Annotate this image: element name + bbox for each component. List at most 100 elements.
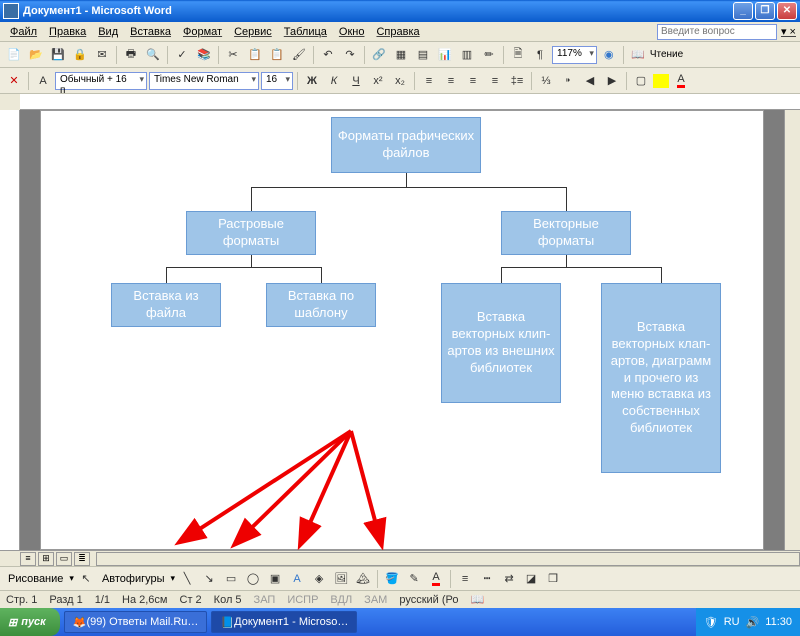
line-color-icon[interactable]: ✎ bbox=[404, 569, 424, 589]
outdent-icon[interactable]: ◀ bbox=[580, 71, 600, 91]
permission-icon[interactable]: 🔒 bbox=[70, 45, 90, 65]
menu-insert[interactable]: Вставка bbox=[124, 24, 177, 40]
insert-table-icon[interactable]: ▤ bbox=[413, 45, 433, 65]
document-page[interactable]: Форматы графических файлов Растровые фор… bbox=[40, 110, 764, 550]
maximize-button[interactable]: ❐ bbox=[755, 2, 775, 20]
size-combo[interactable]: 16 bbox=[261, 72, 293, 90]
bold-icon[interactable]: Ж bbox=[302, 71, 322, 91]
oval-icon[interactable]: ◯ bbox=[243, 569, 263, 589]
help-icon[interactable]: ◉ bbox=[599, 45, 619, 65]
italic-icon[interactable]: К bbox=[324, 71, 344, 91]
read-mode-icon[interactable]: 📖 bbox=[628, 45, 648, 65]
justify-icon[interactable]: ≡ bbox=[485, 71, 505, 91]
page-scroll[interactable]: Форматы графических файлов Растровые фор… bbox=[20, 110, 784, 550]
horizontal-scrollbar[interactable] bbox=[96, 552, 800, 566]
spellcheck-icon[interactable]: ✓ bbox=[172, 45, 192, 65]
numbering-icon[interactable]: ⅓ bbox=[536, 71, 556, 91]
align-center-icon[interactable]: ≡ bbox=[441, 71, 461, 91]
cut-icon[interactable]: ✂ bbox=[223, 45, 243, 65]
close-button[interactable]: ✕ bbox=[777, 2, 797, 20]
research-icon[interactable]: 📚 bbox=[194, 45, 214, 65]
border-icon[interactable]: ▢ bbox=[631, 71, 651, 91]
picture-icon[interactable]: 🏔 bbox=[353, 569, 373, 589]
lang-indicator[interactable]: RU bbox=[724, 616, 740, 628]
minimize-button[interactable]: _ bbox=[733, 2, 753, 20]
menu-window[interactable]: Окно bbox=[333, 24, 371, 40]
diagram-clipart-own-box[interactable]: Вставка векторных клап-артов, диаграмм и… bbox=[601, 283, 721, 473]
diagram-vector-box[interactable]: Векторные форматы bbox=[501, 211, 631, 255]
styles-pane-icon[interactable]: A bbox=[33, 71, 53, 91]
excel-icon[interactable]: 📊 bbox=[435, 45, 455, 65]
textbox-icon[interactable]: ▣ bbox=[265, 569, 285, 589]
ask-question-input[interactable] bbox=[657, 24, 777, 40]
arrow-icon[interactable]: ↘ bbox=[199, 569, 219, 589]
vertical-scrollbar[interactable] bbox=[784, 110, 800, 550]
align-left-icon[interactable]: ≡ bbox=[419, 71, 439, 91]
menu-tools[interactable]: Сервис bbox=[228, 24, 278, 40]
close-tb-icon[interactable]: ✕ bbox=[4, 71, 24, 91]
select-objects-icon[interactable]: ↖ bbox=[76, 569, 96, 589]
underline-icon[interactable]: Ч bbox=[346, 71, 366, 91]
columns-icon[interactable]: ▥ bbox=[457, 45, 477, 65]
task-browser[interactable]: 🦊 (99) Ответы Mail.Ru… bbox=[64, 611, 208, 633]
task-word[interactable]: 📘 Документ1 - Microso… bbox=[211, 611, 357, 633]
font-combo[interactable]: Times New Roman bbox=[149, 72, 259, 90]
line-icon[interactable]: ╲ bbox=[177, 569, 197, 589]
menu-format[interactable]: Формат bbox=[177, 24, 228, 40]
drawing-menu[interactable]: Рисование bbox=[4, 571, 67, 587]
menu-table[interactable]: Таблица bbox=[278, 24, 333, 40]
indent-icon[interactable]: ▶ bbox=[602, 71, 622, 91]
bullets-icon[interactable]: ⁍ bbox=[558, 71, 578, 91]
line-style-icon[interactable]: ≡ bbox=[455, 569, 475, 589]
clock[interactable]: 11:30 bbox=[765, 616, 792, 628]
preview-icon[interactable]: 🔍 bbox=[143, 45, 163, 65]
rectangle-icon[interactable]: ▭ bbox=[221, 569, 241, 589]
format-painter-icon[interactable]: 🖌 bbox=[289, 45, 309, 65]
autoshapes-menu[interactable]: Автофигуры bbox=[98, 571, 169, 587]
menu-file[interactable]: Файл bbox=[4, 24, 43, 40]
horizontal-ruler[interactable] bbox=[20, 94, 800, 110]
wordart-icon[interactable]: A bbox=[287, 569, 307, 589]
fill-color-icon[interactable]: 🪣 bbox=[382, 569, 402, 589]
superscript-icon[interactable]: x² bbox=[368, 71, 388, 91]
drawing-icon[interactable]: ✏ bbox=[479, 45, 499, 65]
vertical-ruler[interactable] bbox=[0, 110, 20, 550]
redo-icon[interactable]: ↷ bbox=[340, 45, 360, 65]
align-right-icon[interactable]: ≡ bbox=[463, 71, 483, 91]
normal-view-icon[interactable]: ≡ bbox=[20, 552, 36, 566]
print-view-icon[interactable]: ▭ bbox=[56, 552, 72, 566]
diagram-raster-box[interactable]: Растровые форматы bbox=[186, 211, 316, 255]
diagram-template-insert-box[interactable]: Вставка по шаблону bbox=[266, 283, 376, 327]
show-hide-icon[interactable]: ¶ bbox=[530, 45, 550, 65]
print-icon[interactable]: 🖶 bbox=[121, 45, 141, 65]
highlight-icon[interactable] bbox=[653, 74, 669, 88]
diagram-clipart-ext-box[interactable]: Вставка векторных клип-артов из внешних … bbox=[441, 283, 561, 403]
diagram-icon[interactable]: ◈ bbox=[309, 569, 329, 589]
clipart-icon[interactable]: 🖼 bbox=[331, 569, 351, 589]
docmap-icon[interactable]: 🗎 bbox=[508, 45, 528, 65]
zoom-combo[interactable]: 117% bbox=[552, 46, 597, 64]
diagram-root-box[interactable]: Форматы графических файлов bbox=[331, 117, 481, 173]
web-view-icon[interactable]: ⊞ bbox=[38, 552, 54, 566]
menu-edit[interactable]: Правка bbox=[43, 24, 92, 40]
undo-icon[interactable]: ↶ bbox=[318, 45, 338, 65]
font-color-icon[interactable]: A bbox=[671, 71, 691, 91]
font-color-draw-icon[interactable]: A bbox=[426, 569, 446, 589]
subscript-icon[interactable]: x₂ bbox=[390, 71, 410, 91]
paste-icon[interactable]: 📋 bbox=[267, 45, 287, 65]
start-button[interactable]: ⊞пуск bbox=[0, 608, 60, 636]
line-spacing-icon[interactable]: ‡≡ bbox=[507, 71, 527, 91]
tables-borders-icon[interactable]: ▦ bbox=[391, 45, 411, 65]
tray-shield-icon[interactable]: 🛡 bbox=[704, 616, 718, 629]
menu-view[interactable]: Вид bbox=[92, 24, 124, 40]
read-label[interactable]: Чтение bbox=[650, 49, 683, 60]
system-tray[interactable]: 🛡 RU 🔊 11:30 bbox=[696, 608, 800, 636]
style-combo[interactable]: Обычный + 16 п bbox=[55, 72, 147, 90]
menu-help[interactable]: Справка bbox=[370, 24, 425, 40]
3d-icon[interactable]: ❒ bbox=[543, 569, 563, 589]
arrow-style-icon[interactable]: ⇄ bbox=[499, 569, 519, 589]
save-icon[interactable]: 💾 bbox=[48, 45, 68, 65]
open-icon[interactable]: 📂 bbox=[26, 45, 46, 65]
tray-volume-icon[interactable]: 🔊 bbox=[746, 616, 760, 629]
outline-view-icon[interactable]: ≣ bbox=[74, 552, 90, 566]
